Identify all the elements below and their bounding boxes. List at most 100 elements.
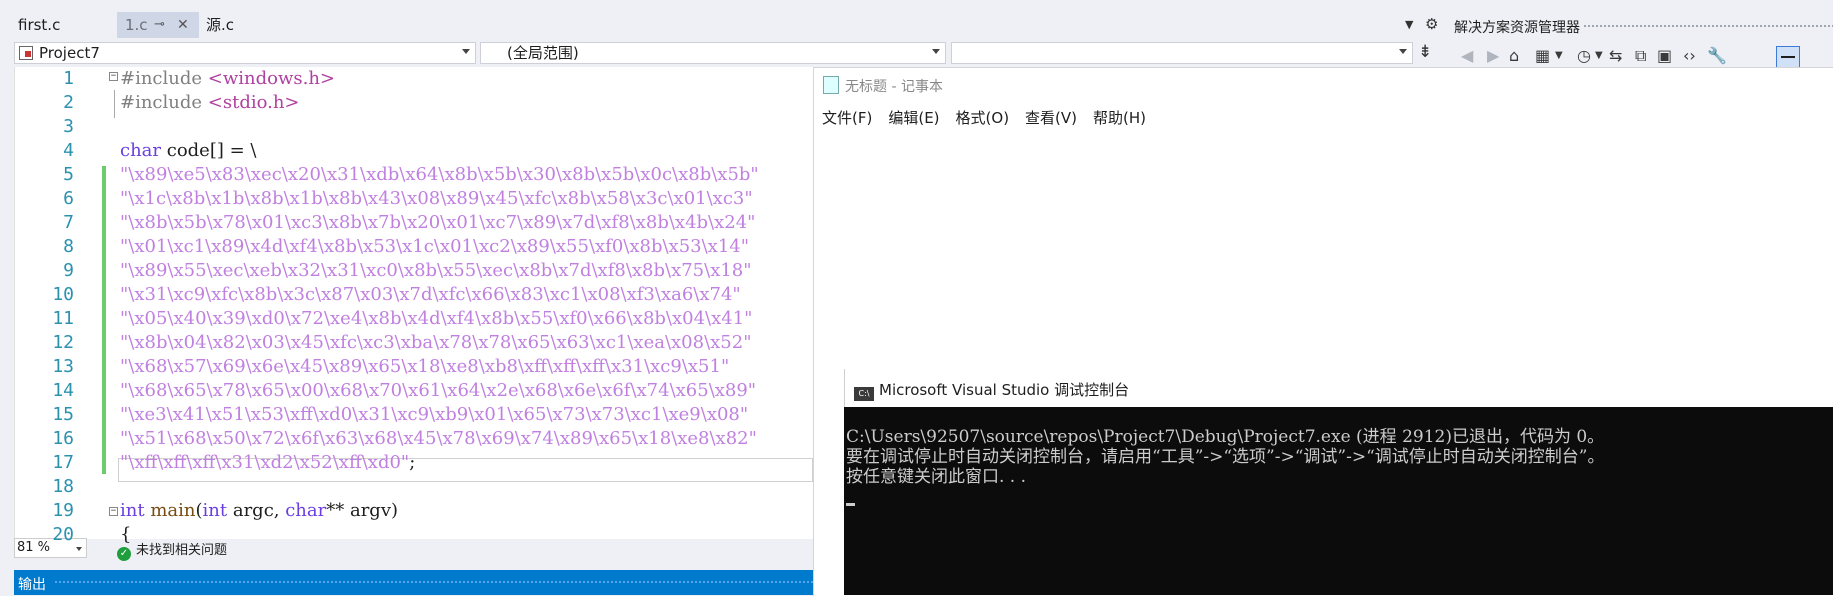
menu-edit[interactable]: 编辑(E) xyxy=(888,109,939,127)
tab-label: first.c xyxy=(18,16,61,34)
code-token: "\x68\x57\x69\x6e\x45\x89\x65\x18\xe8\xb… xyxy=(120,356,730,377)
line-number: 7 xyxy=(63,212,74,233)
code-token: char xyxy=(285,500,327,521)
split-editor-icon[interactable]: ⇟ xyxy=(1418,42,1432,62)
menu-help[interactable]: 帮助(H) xyxy=(1093,109,1146,127)
console-icon: C:\ xyxy=(854,387,874,401)
panel-grip[interactable] xyxy=(1583,24,1833,29)
code-token: <windows.h> xyxy=(207,68,336,89)
notepad-title-bar: 无标题 - 记事本 xyxy=(823,76,943,96)
issues-text: 未找到相关问题 xyxy=(136,543,228,558)
history-icon[interactable]: ◷ xyxy=(1577,46,1591,65)
line-number: 15 xyxy=(52,404,74,425)
chevron-down-icon xyxy=(76,547,82,551)
tab-1-c[interactable]: 1.c ⊸ ✕ xyxy=(117,12,199,38)
console-title-bar: C:\ Microsoft Visual Studio 调试控制台 xyxy=(854,379,1129,401)
preview-selected-icon[interactable] xyxy=(1776,46,1800,68)
member-dropdown[interactable] xyxy=(951,42,1413,64)
line-number: 16 xyxy=(52,428,74,449)
tab-first-c[interactable]: first.c xyxy=(0,12,112,38)
output-title: 输出 xyxy=(18,577,46,593)
scope-label: (全局范围) xyxy=(507,44,579,62)
project-icon xyxy=(19,46,33,60)
switch-views-icon[interactable]: ▦ xyxy=(1535,46,1550,65)
back-icon[interactable]: ◀ xyxy=(1461,46,1473,65)
close-icon[interactable]: ✕ xyxy=(177,12,189,38)
code-line[interactable]: char code[] = \ xyxy=(120,139,256,163)
code-token: int xyxy=(202,500,228,521)
code-line[interactable]: "\x68\x65\x78\x65\x00\x68\x70\x61\x64\x2… xyxy=(120,379,756,403)
sync-icon[interactable]: ⇆ xyxy=(1609,46,1622,65)
code-line[interactable]: "\x89\xe5\x83\xec\x20\x31\xdb\x64\x8b\x5… xyxy=(120,163,759,187)
collapse-all-icon[interactable]: ⧉ xyxy=(1635,46,1646,66)
home-icon[interactable]: ⌂ xyxy=(1509,46,1519,65)
code-token: "\x8b\x04\x82\x03\x45\xfc\xc3\xba\x78\x7… xyxy=(120,332,752,353)
fold-toggle-icon[interactable]: − xyxy=(109,72,118,81)
code-line[interactable]: #include <stdio.h> xyxy=(120,91,300,115)
menu-view[interactable]: 查看(V) xyxy=(1025,109,1077,127)
issues-indicator[interactable]: ✓ 未找到相关问题 xyxy=(117,539,227,561)
menu-format[interactable]: 格式(O) xyxy=(956,109,1010,127)
chevron-down-icon xyxy=(932,49,940,54)
code-line[interactable]: "\xe3\x41\x51\x53\xff\xd0\x31\xc9\xb9\x0… xyxy=(120,403,748,427)
code-token: "\x8b\x5b\x78\x01\xc3\x8b\x7b\x20\x01\xc… xyxy=(120,212,756,233)
line-number: 3 xyxy=(63,116,74,137)
chevron-down-icon[interactable]: ▼ xyxy=(1555,50,1563,61)
check-icon: ✓ xyxy=(117,547,131,561)
line-number: 17 xyxy=(52,452,74,473)
output-panel-header[interactable]: 输出 xyxy=(14,570,813,595)
project-dropdown[interactable]: Project7 xyxy=(14,42,476,64)
line-number: 8 xyxy=(63,236,74,257)
code-line[interactable]: "\x31\xc9\xfc\x8b\x3c\x87\x03\x7d\xfc\x6… xyxy=(120,283,741,307)
code-line[interactable]: "\x01\xc1\x89\x4d\xf4\x8b\x53\x1c\x01\xc… xyxy=(120,235,749,259)
code-token: #include xyxy=(120,92,208,113)
notepad-title: 无标题 - 记事本 xyxy=(845,79,943,95)
fold-toggle-icon[interactable]: − xyxy=(109,507,118,516)
line-number: 4 xyxy=(63,140,74,161)
code-token: ** argv) xyxy=(326,500,399,521)
gear-icon[interactable]: ⚙ xyxy=(1425,15,1438,33)
line-number: 2 xyxy=(63,92,74,113)
line-number: 13 xyxy=(52,356,74,377)
line-number: 12 xyxy=(52,332,74,353)
menu-file[interactable]: 文件(F) xyxy=(822,109,872,127)
code-line[interactable]: "\x05\x40\x39\xd0\x72\xe4\x8b\x4d\xf4\x8… xyxy=(120,307,752,331)
code-line[interactable]: "\x89\x55\xec\xeb\x32\x31\xc0\x8b\x55\xe… xyxy=(120,259,752,283)
code-line[interactable]: "\x8b\x5b\x78\x01\xc3\x8b\x7b\x20\x01\xc… xyxy=(120,211,755,235)
code-token: "\x89\x55\xec\xeb\x32\x31\xc0\x8b\x55\xe… xyxy=(120,260,752,281)
console-title: Microsoft Visual Studio 调试控制台 xyxy=(879,381,1130,399)
code-line[interactable]: "\xff\xff\xff\x31\xd2\x52\xff\xd0"; xyxy=(120,451,415,475)
tab-list-dropdown-icon[interactable]: ▼ xyxy=(1405,18,1413,31)
notepad-icon xyxy=(823,76,839,94)
pin-icon[interactable]: ⊸ xyxy=(154,12,165,38)
line-number: 18 xyxy=(52,476,74,497)
code-line[interactable]: "\x51\x68\x50\x72\x6f\x63\x68\x45\x78\x6… xyxy=(120,427,757,451)
code-line[interactable]: int main(int argc, char** argv) xyxy=(120,499,398,523)
forward-icon[interactable]: ▶ xyxy=(1487,46,1499,65)
code-token: ( xyxy=(195,500,203,521)
code-token: int xyxy=(120,500,145,521)
show-all-files-icon[interactable]: ▣ xyxy=(1657,46,1672,65)
notepad-menu-bar: 文件(F) 编辑(E) 格式(O) 查看(V) 帮助(H) xyxy=(822,107,1162,128)
code-token: "\x1c\x8b\x1b\x8b\x1b\x8b\x43\x08\x89\x4… xyxy=(120,188,753,209)
console-line: C:\Users\92507\source\repos\Project7\Deb… xyxy=(846,427,1605,447)
line-number: 14 xyxy=(52,380,74,401)
chevron-down-icon xyxy=(462,49,470,54)
code-view-icon[interactable]: ‹› xyxy=(1683,46,1696,65)
code-token: "\x89\xe5\x83\xec\x20\x31\xdb\x64\x8b\x5… xyxy=(120,164,759,185)
code-token: "\x05\x40\x39\xd0\x72\xe4\x8b\x4d\xf4\x8… xyxy=(120,308,753,329)
scope-dropdown[interactable]: (全局范围) xyxy=(480,42,946,64)
console-line: 要在调试停止时自动关闭控制台，请启用“工具”->“选项”->“调试”->“调试停… xyxy=(846,447,1605,467)
code-token: <stdio.h> xyxy=(207,92,300,113)
code-token: "\x68\x65\x78\x65\x00\x68\x70\x61\x64\x2… xyxy=(120,380,757,401)
solution-explorer-title: 解决方案资源管理器 xyxy=(1454,20,1580,36)
code-line[interactable]: #include <windows.h> xyxy=(120,67,335,91)
wrench-icon[interactable]: 🔧 xyxy=(1707,46,1727,65)
chevron-down-icon[interactable]: ▼ xyxy=(1595,50,1603,61)
code-line[interactable]: "\x68\x57\x69\x6e\x45\x89\x65\x18\xe8\xb… xyxy=(120,355,729,379)
code-line[interactable]: "\x8b\x04\x82\x03\x45\xfc\xc3\xba\x78\x7… xyxy=(120,331,751,355)
panel-grip xyxy=(54,580,813,585)
code-line[interactable]: "\x1c\x8b\x1b\x8b\x1b\x8b\x43\x08\x89\x4… xyxy=(120,187,753,211)
line-number: 5 xyxy=(63,164,74,185)
tab-yuan-c[interactable]: 源.c xyxy=(200,12,280,38)
